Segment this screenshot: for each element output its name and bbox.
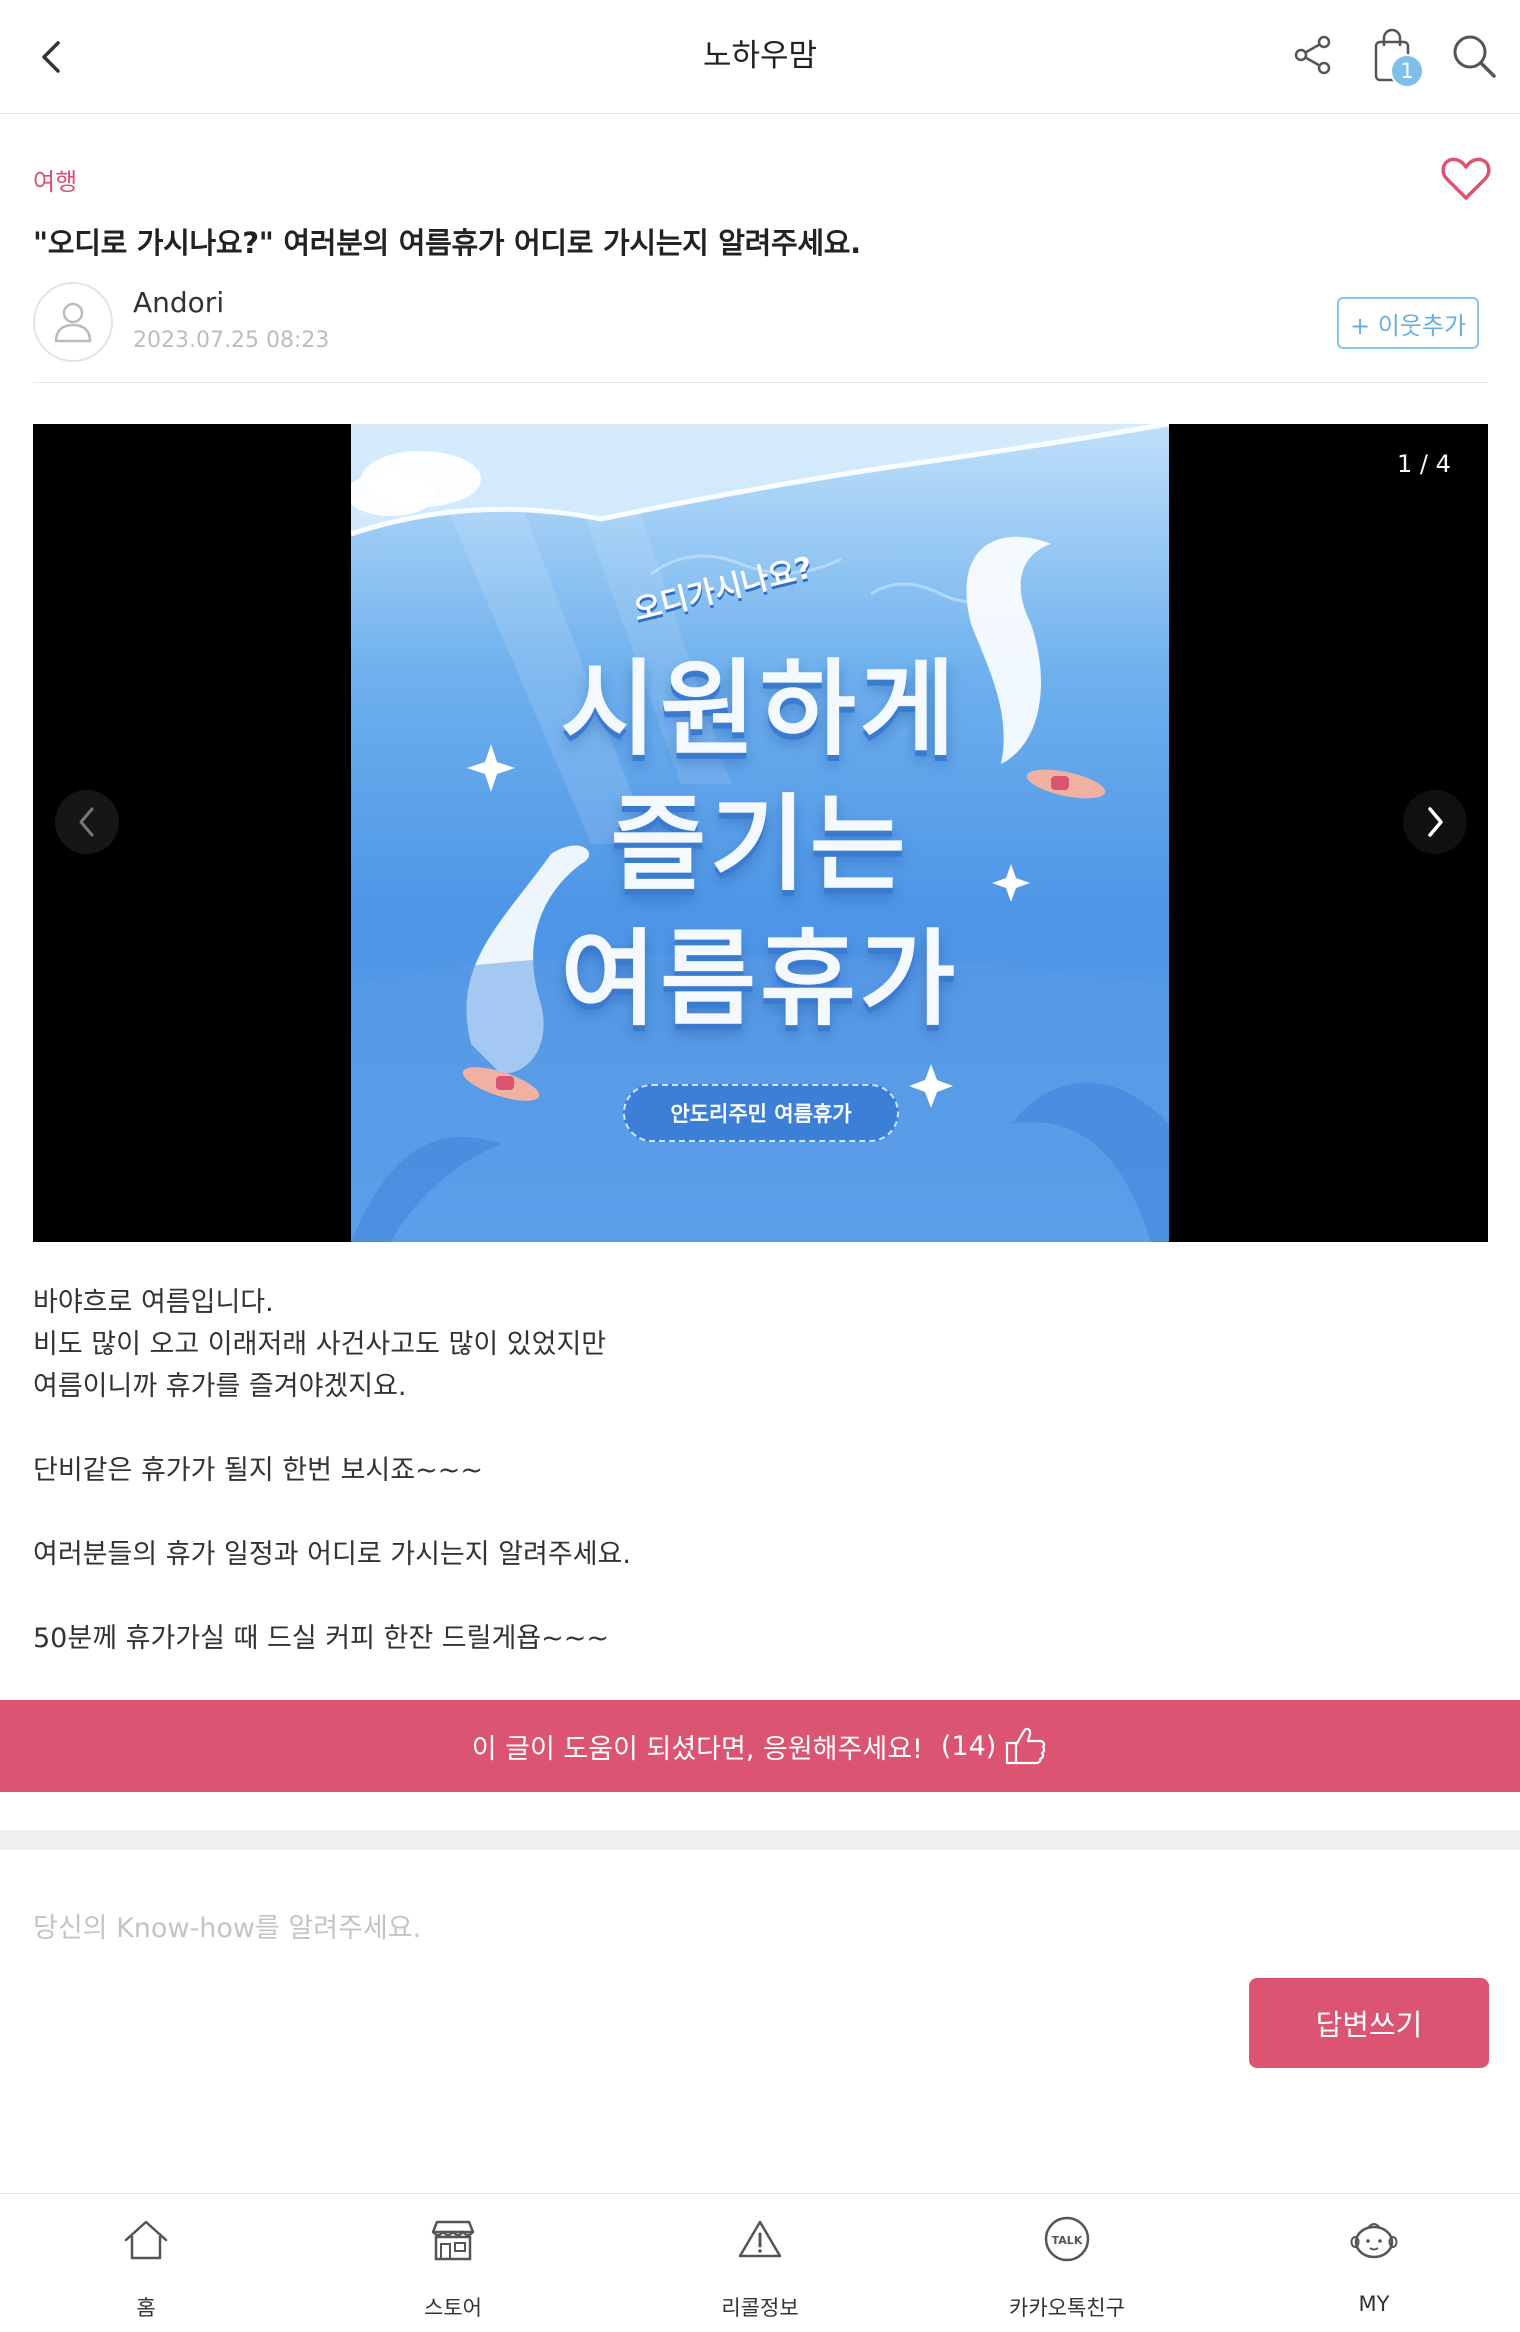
body-line: 비도 많이 오고 이래저래 사건사고도 많이 있었지만 <box>33 1329 607 1360</box>
post-date: 2023.07.25 08:23 <box>133 328 330 353</box>
carousel-slide-image: 오디가시나요? 시원하게 즐기는 여름휴가 안도리주민 여름휴가 <box>351 424 1169 1242</box>
kakaotalk-icon: TALK <box>1044 2216 1090 2262</box>
author-avatar[interactable] <box>33 282 113 362</box>
nav-recall[interactable]: 리콜정보 <box>660 2194 860 2332</box>
cheer-button[interactable]: 이 글이 도움이 되셨다면, 응원해주세요! (14) <box>0 1700 1520 1792</box>
body-line: 50분께 휴가가실 때 드실 커피 한잔 드릴게욥~~~ <box>33 1623 609 1654</box>
answer-input[interactable] <box>33 1898 1488 1958</box>
body-line: 단비같은 휴가가 될지 한번 보시죠~~~ <box>33 1455 483 1486</box>
nav-store[interactable]: 스토어 <box>353 2194 553 2332</box>
author-name[interactable]: Andori <box>133 286 224 319</box>
image-headline-line3: 여름휴가 <box>560 918 960 1040</box>
chevron-left-icon <box>79 807 94 837</box>
body-line <box>33 1576 1488 1618</box>
nav-label: MY <box>1358 2292 1390 2316</box>
warning-icon <box>738 2220 782 2258</box>
home-icon <box>124 2220 168 2260</box>
baby-face-icon <box>1350 2223 1398 2259</box>
cheer-count: (14) <box>940 1730 997 1762</box>
carousel-next-button[interactable] <box>1403 790 1467 854</box>
search-icon <box>1453 35 1496 78</box>
body-line: 바야흐로 여름입니다. <box>33 1287 274 1318</box>
image-headline-line1: 시원하게 <box>560 648 960 770</box>
image-badge: 안도리주민 여름휴가 <box>623 1084 899 1142</box>
nav-kakaotalk[interactable]: TALK 카카오톡친구 <box>967 2194 1167 2332</box>
add-neighbor-button[interactable]: + 이웃추가 <box>1337 297 1479 349</box>
cheer-label: 이 글이 도움이 되셨다면, 응원해주세요! <box>471 1733 923 1765</box>
nav-label: 카카오톡친구 <box>1009 2296 1125 2320</box>
body-line: 여름이니까 휴가를 즐겨야겠지요. <box>33 1371 407 1402</box>
post-title: "오디로 가시나요?" 여러분의 여름휴가 어디로 가시는지 알려주세요. <box>33 226 861 260</box>
image-carousel[interactable]: 오디가시나요? 시원하게 즐기는 여름휴가 안도리주민 여름휴가 1 / 4 <box>33 424 1488 1242</box>
nav-home[interactable]: 홈 <box>46 2194 246 2332</box>
post-body: 바야흐로 여름입니다. 비도 많이 오고 이래저래 사건사고도 많이 있었지만 … <box>33 1282 1488 1660</box>
share-icon <box>1294 35 1331 75</box>
body-line <box>33 1408 1488 1450</box>
like-button[interactable] <box>1440 154 1492 202</box>
heart-icon <box>1441 157 1491 200</box>
chevron-right-icon <box>1428 807 1443 837</box>
user-icon <box>54 302 92 343</box>
nav-label: 리콜정보 <box>721 2296 799 2320</box>
bottom-navigation: 홈 스토어 리콜정보 TALK 카카오톡친구 MY <box>0 2193 1520 2332</box>
body-line <box>33 1492 1488 1534</box>
nav-label: 스토어 <box>424 2296 482 2320</box>
carousel-counter: 1 / 4 <box>1397 450 1451 478</box>
top-header: 노하우맘 1 <box>0 0 1520 114</box>
image-headline-line2: 즐기는 <box>610 783 910 905</box>
store-icon <box>431 2220 475 2261</box>
thumbs-up-icon <box>1006 1727 1046 1765</box>
carousel-prev-button[interactable] <box>55 790 119 854</box>
divider <box>33 382 1488 383</box>
post-category[interactable]: 여행 <box>33 162 77 197</box>
cart-count-badge: 1 <box>1390 54 1424 88</box>
search-button[interactable] <box>1448 30 1500 82</box>
section-divider <box>0 1830 1520 1850</box>
svg-text:TALK: TALK <box>1052 2234 1083 2247</box>
share-button[interactable] <box>1288 30 1338 80</box>
write-answer-button[interactable]: 답변쓰기 <box>1249 1978 1489 2068</box>
nav-label: 홈 <box>136 2296 156 2320</box>
nav-my[interactable]: MY <box>1274 2194 1474 2332</box>
body-line: 여러분들의 휴가 일정과 어디로 가시는지 알려주세요. <box>33 1539 631 1570</box>
